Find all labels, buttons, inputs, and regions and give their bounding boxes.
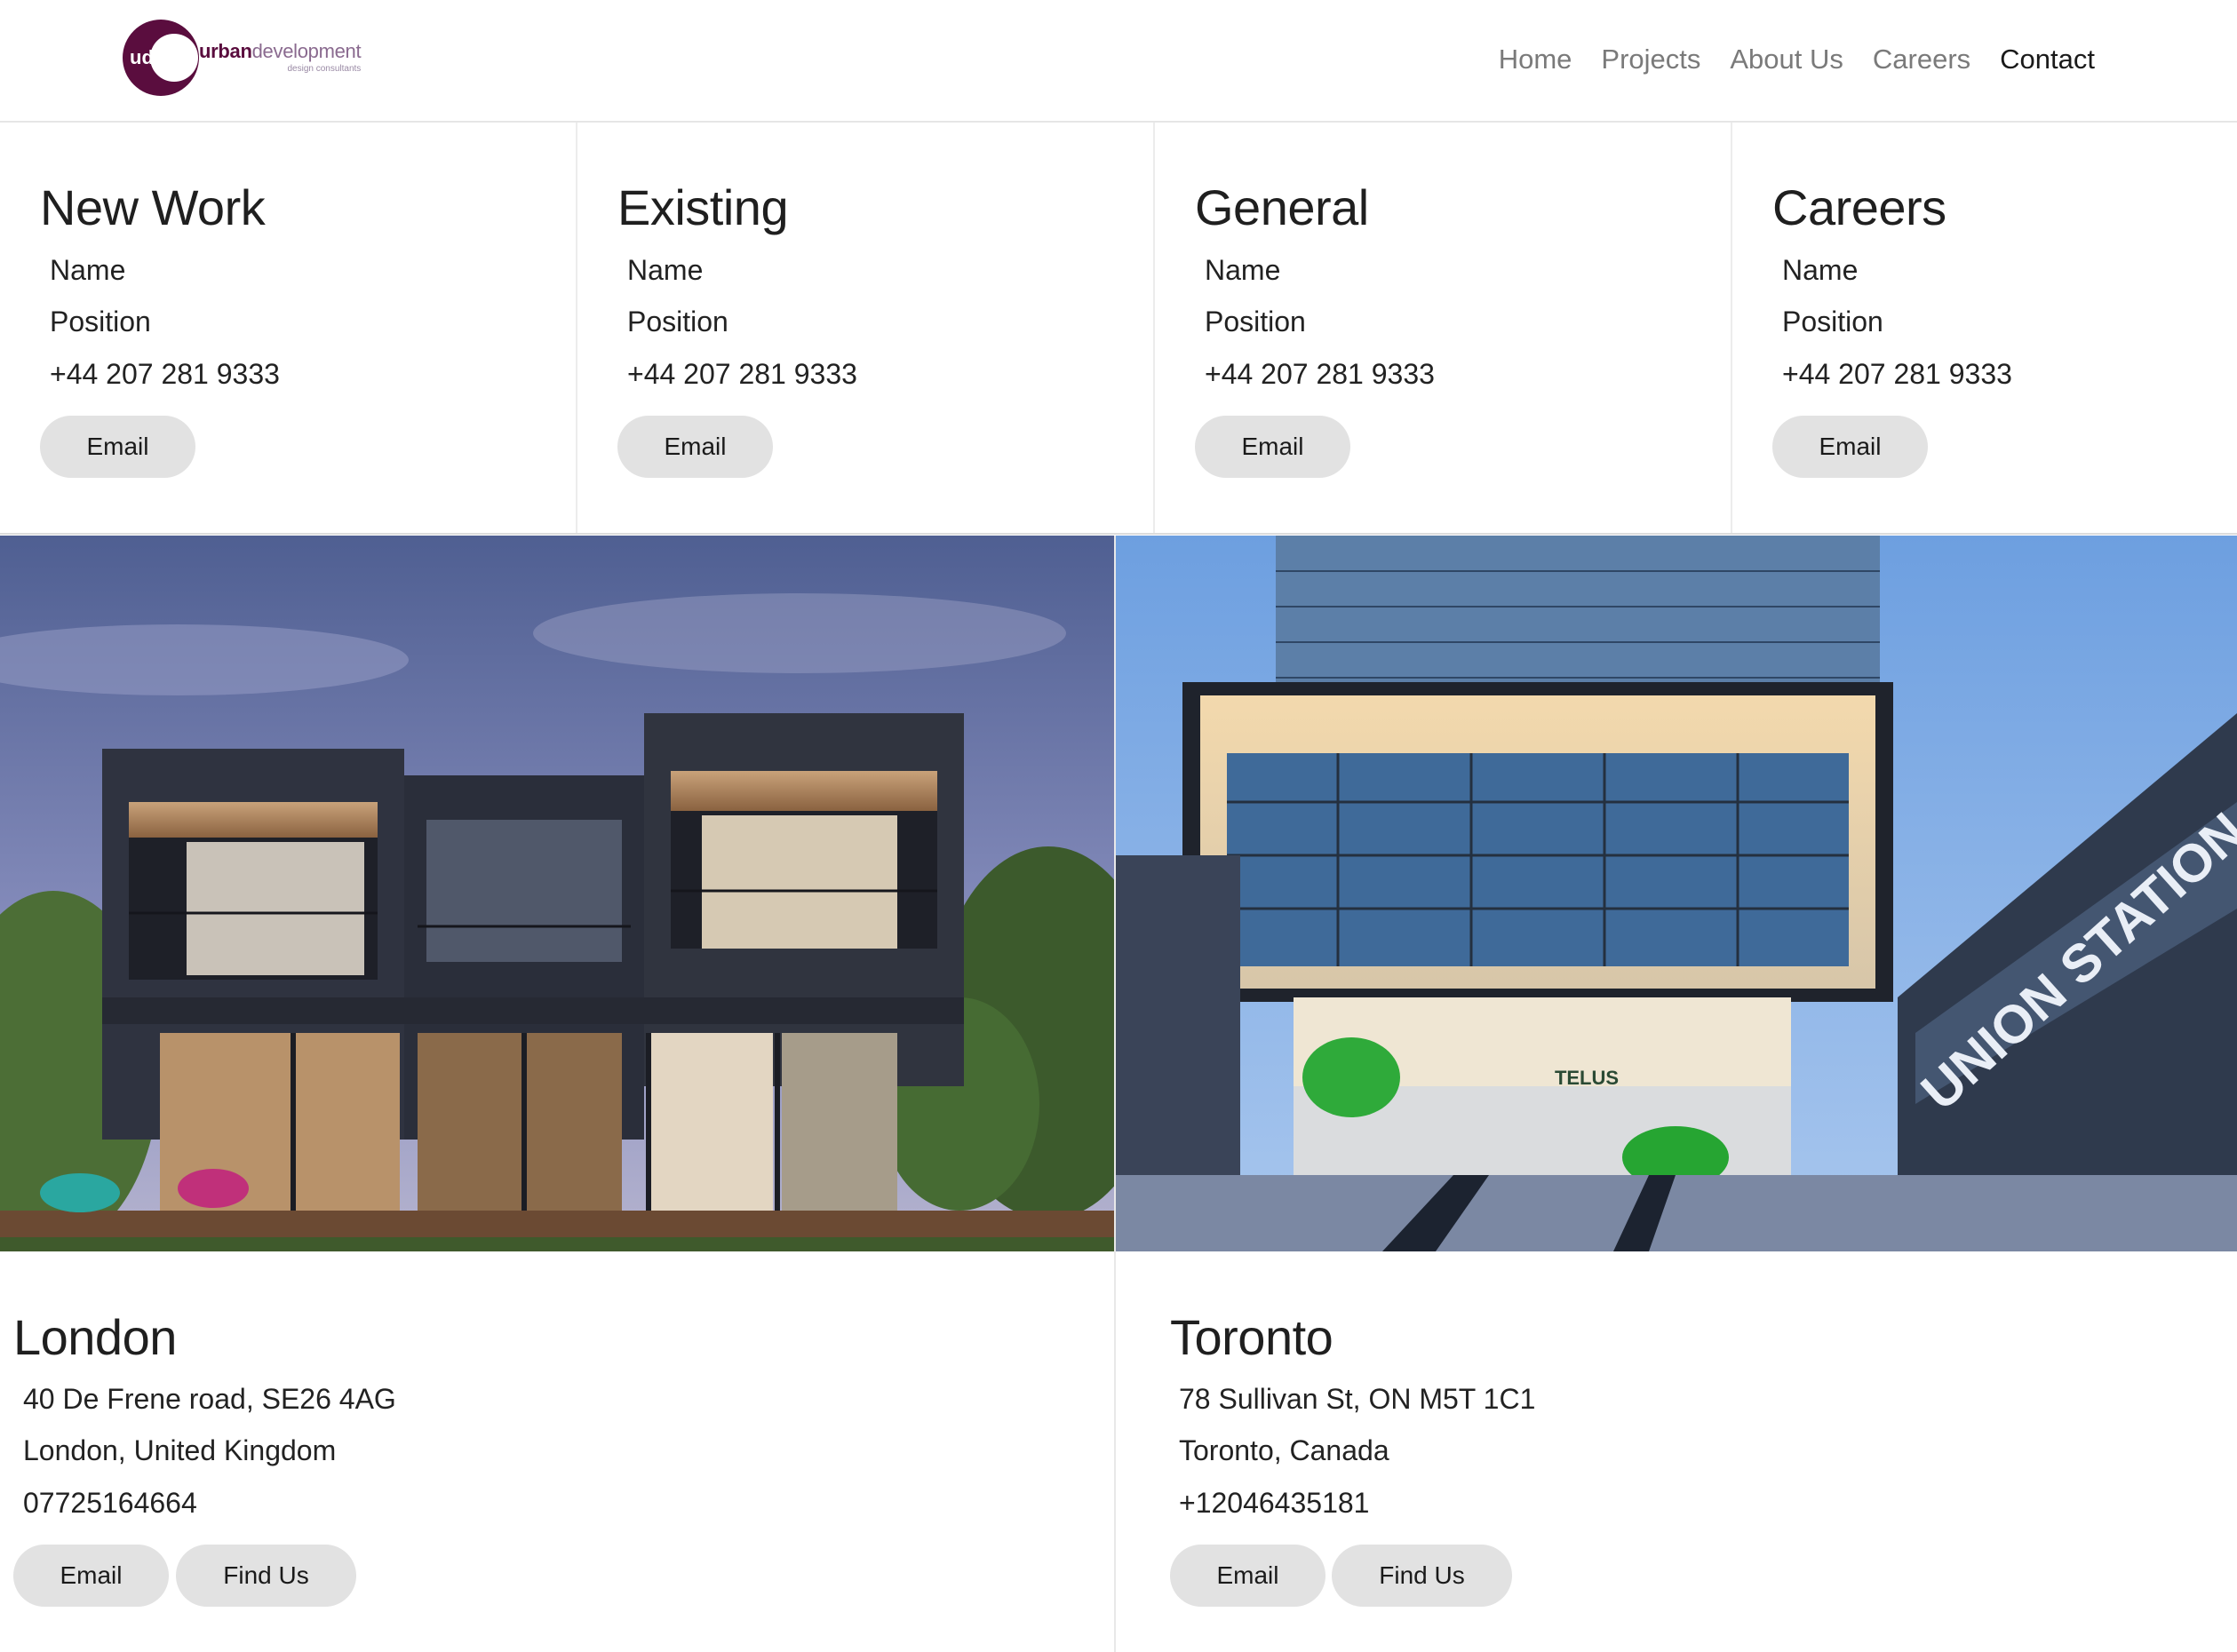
card-title: New Work bbox=[40, 179, 266, 235]
toronto-office-photo: TELUS UNION STATION bbox=[1116, 536, 2237, 1251]
contact-phone[interactable]: +44 207 281 9333 bbox=[627, 358, 857, 391]
office-address-line-1: 78 Sullivan St, ON M5T 1C1 bbox=[1179, 1383, 1536, 1415]
office-city: London bbox=[13, 1309, 177, 1365]
nav-contact[interactable]: Contact bbox=[2000, 37, 2095, 82]
site-header: ud urbandevelopment design consultants H… bbox=[0, 0, 2237, 123]
main-nav: Home Projects About Us Careers Contact bbox=[1499, 37, 2095, 82]
contact-name: Name bbox=[627, 254, 704, 286]
nav-projects[interactable]: Projects bbox=[1601, 37, 1700, 82]
card-title: Existing bbox=[617, 179, 789, 235]
contact-card-new-work: New Work Name Position +44 207 281 9333 … bbox=[0, 123, 577, 533]
office-phone[interactable]: +12046435181 bbox=[1179, 1487, 1369, 1520]
office-address-line-2: Toronto, Canada bbox=[1179, 1434, 1389, 1466]
nav-home[interactable]: Home bbox=[1499, 37, 1572, 82]
svg-text:ud: ud bbox=[130, 46, 154, 68]
company-logo[interactable]: ud urbandevelopment design consultants bbox=[121, 18, 362, 98]
card-title: General bbox=[1195, 179, 1369, 235]
logo-wordmark: urbandevelopment design consultants bbox=[199, 40, 362, 75]
contact-name: Name bbox=[50, 254, 126, 286]
card-title: Careers bbox=[1772, 179, 1946, 235]
toronto-office: Toronto 78 Sullivan St, ON M5T 1C1 Toron… bbox=[1116, 1251, 2237, 1652]
contact-card-existing: Existing Name Position +44 207 281 9333 … bbox=[577, 123, 1155, 533]
contact-name: Name bbox=[1205, 254, 1281, 286]
contact-card-general: General Name Position +44 207 281 9333 E… bbox=[1155, 123, 1732, 533]
nav-careers[interactable]: Careers bbox=[1873, 37, 1970, 82]
logo-word-development: development bbox=[251, 40, 362, 62]
contact-phone[interactable]: +44 207 281 9333 bbox=[1782, 358, 2012, 391]
london-find-us-button[interactable]: Find Us bbox=[176, 1545, 356, 1607]
telus-sign: TELUS bbox=[1555, 1067, 1619, 1089]
office-address-line-1: 40 De Frene road, SE26 4AG bbox=[23, 1383, 396, 1415]
office-phone[interactable]: 07725164664 bbox=[23, 1487, 197, 1520]
contact-card-careers: Careers Name Position +44 207 281 9333 E… bbox=[1732, 123, 2237, 533]
contact-position: Position bbox=[1205, 306, 1306, 338]
email-button[interactable]: Email bbox=[40, 416, 195, 478]
email-button[interactable]: Email bbox=[1772, 416, 1928, 478]
toronto-find-us-button[interactable]: Find Us bbox=[1332, 1545, 1512, 1607]
toronto-email-button[interactable]: Email bbox=[1170, 1545, 1325, 1607]
contact-phone[interactable]: +44 207 281 9333 bbox=[50, 358, 280, 391]
london-email-button[interactable]: Email bbox=[13, 1545, 169, 1607]
email-button[interactable]: Email bbox=[617, 416, 773, 478]
email-button[interactable]: Email bbox=[1195, 416, 1350, 478]
contact-cards: New Work Name Position +44 207 281 9333 … bbox=[0, 123, 2237, 535]
logo-tagline: design consultants bbox=[287, 64, 362, 74]
london-office-photo bbox=[0, 536, 1114, 1251]
contact-position: Position bbox=[627, 306, 728, 338]
logo-word-urban: urban bbox=[199, 40, 252, 62]
nav-about-us[interactable]: About Us bbox=[1730, 37, 1843, 82]
contact-phone[interactable]: +44 207 281 9333 bbox=[1205, 358, 1435, 391]
london-office: London 40 De Frene road, SE26 4AG London… bbox=[0, 1251, 1114, 1652]
contact-name: Name bbox=[1782, 254, 1859, 286]
office-address-line-2: London, United Kingdom bbox=[23, 1434, 337, 1466]
logo-mark-icon: ud bbox=[121, 18, 201, 98]
office-city: Toronto bbox=[1170, 1309, 1333, 1365]
contact-position: Position bbox=[50, 306, 151, 338]
contact-position: Position bbox=[1782, 306, 1883, 338]
